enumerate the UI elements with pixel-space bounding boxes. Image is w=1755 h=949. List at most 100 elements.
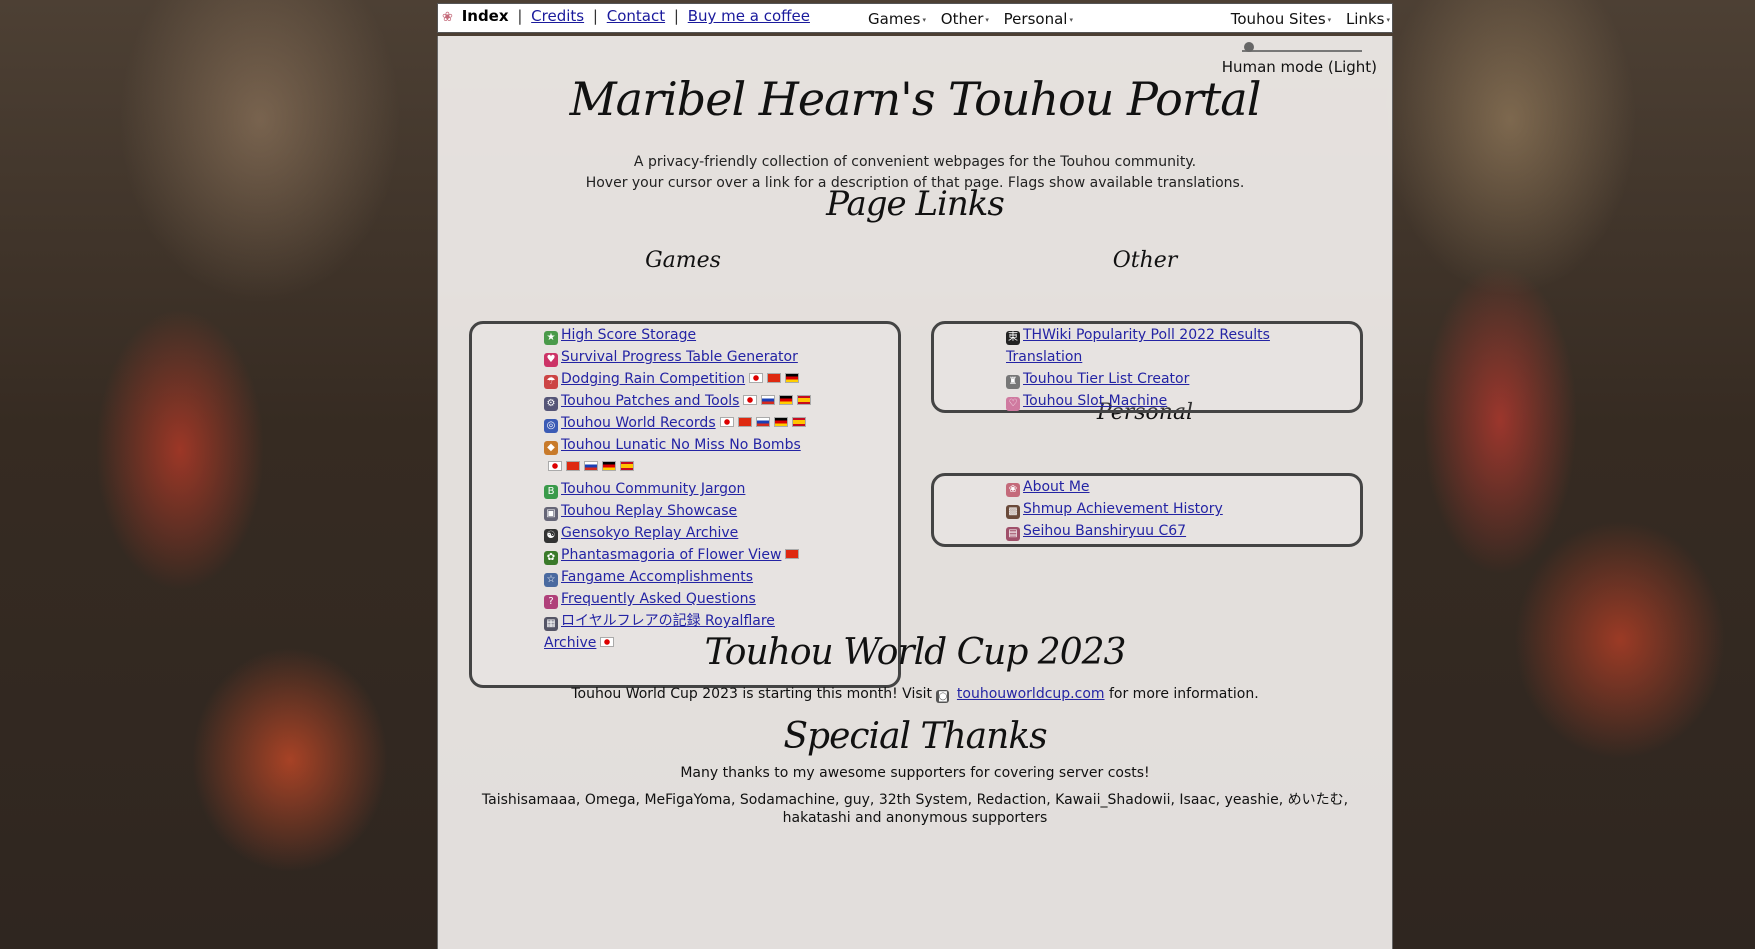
games-item: ◎ Touhou World Records	[544, 412, 816, 434]
other-item: ♡ Touhou Slot Machine	[1006, 390, 1296, 412]
menu-links[interactable]: Links ▾	[1346, 10, 1390, 28]
flag-jp-icon[interactable]	[548, 461, 562, 471]
chevron-down-icon: ▾	[922, 16, 926, 24]
other-heading: Other	[1112, 248, 1178, 273]
world-cup-link[interactable]: touhouworldcup.com	[957, 686, 1105, 702]
world-cup-icon: ◙	[936, 690, 950, 703]
flag-es-icon[interactable]	[797, 395, 812, 405]
flag-de-icon[interactable]	[773, 417, 788, 427]
menu-games[interactable]: Games ▾	[868, 10, 926, 28]
games-link[interactable]: ★ High Score Storage	[544, 327, 697, 345]
menu-other-label: Other	[940, 10, 984, 28]
games-link[interactable]: B Touhou Community Jargon	[544, 481, 746, 499]
world-cup-text: Touhou World Cup 2023 is starting this m…	[438, 686, 1392, 703]
flag-jp-icon[interactable]	[749, 373, 764, 383]
flag-cn-icon[interactable]	[737, 417, 752, 427]
nav-menu-center: Games ▾ Other ▾ Personal ▾	[868, 10, 1083, 28]
world-cup-heading: Touhou World Cup 2023	[704, 632, 1127, 673]
games-link-list: ★ High Score Storage ♥ Survival Progress Ta…	[544, 324, 816, 654]
other-link-label: Touhou Slot Machine	[1023, 393, 1168, 409]
games-link[interactable]: ☂ Dodging Rain Competition	[544, 371, 746, 389]
personal-link-label: About Me	[1023, 479, 1090, 495]
flag-cn-icon[interactable]	[767, 373, 782, 383]
games-link[interactable]: ⚙ Touhou Patches and Tools	[544, 393, 740, 411]
flag-cn-icon[interactable]	[785, 549, 800, 559]
thanks-intro: Many thanks to my awesome supporters for…	[680, 765, 1150, 781]
games-item: ⚙ Touhou Patches and Tools	[544, 390, 816, 412]
main-content: Human mode (Light) Maribel Hearn's Touho…	[437, 36, 1393, 949]
games-link-label: Touhou Patches and Tools	[561, 393, 740, 409]
star-icon: ★	[544, 331, 558, 345]
mode-toggle-slider[interactable]	[1242, 42, 1362, 52]
other-link[interactable]: 東 THWiki Popularity Poll 2022 Results Tra…	[1006, 327, 1270, 365]
games-link-label: Gensokyo Replay Archive	[561, 525, 739, 541]
personal-item: ▩ Shmup Achievement History	[1006, 498, 1296, 520]
games-link[interactable]: ◎ Touhou World Records	[544, 415, 716, 433]
games-link[interactable]: ♥ Survival Progress Table Generator	[544, 349, 798, 367]
games-link[interactable]: ✿ Phantasmagoria of Flower View	[544, 547, 781, 565]
personal-link[interactable]: ▩ Shmup Achievement History	[1006, 501, 1223, 519]
other-link[interactable]: ♡ Touhou Slot Machine	[1006, 393, 1168, 411]
games-item: ♥ Survival Progress Table Generator	[544, 346, 816, 368]
nav-separator: |	[592, 7, 598, 25]
games-link-label: Touhou Community Jargon	[561, 481, 746, 497]
personal-link[interactable]: ▤ Seihou Banshiryuu C67	[1006, 523, 1187, 541]
games-item: ☂ Dodging Rain Competition	[544, 368, 816, 390]
flag-de-icon[interactable]	[602, 461, 616, 471]
games-item: ◆ Touhou Lunatic No Miss No Bombs	[544, 434, 816, 478]
fangame-icon: ☆	[544, 573, 558, 587]
tier-icon: ♜	[1006, 375, 1020, 389]
flag-ru-icon[interactable]	[761, 395, 776, 405]
jargon-icon: B	[544, 485, 558, 499]
nav-separator: |	[673, 7, 679, 25]
chevron-down-icon: ▾	[1386, 16, 1390, 24]
nav-index[interactable]: Index	[462, 7, 509, 25]
flag-jp-icon[interactable]	[719, 417, 734, 427]
personal-link[interactable]: ❀ About Me	[1006, 479, 1090, 497]
world-cup-text-after: for more information.	[1108, 686, 1259, 702]
games-item: ☯ Gensokyo Replay Archive	[544, 522, 816, 544]
menu-touhou-sites[interactable]: Touhou Sites ▾	[1231, 10, 1331, 28]
chevron-down-icon: ▾	[1069, 16, 1073, 24]
seihou-icon: ▤	[1006, 527, 1020, 541]
other-item: 東 THWiki Popularity Poll 2022 Results Tra…	[1006, 324, 1296, 368]
slider-knob[interactable]	[1244, 42, 1254, 52]
flag-es-icon[interactable]	[620, 461, 634, 471]
thwiki-icon: 東	[1006, 331, 1020, 345]
games-link[interactable]: ☯ Gensokyo Replay Archive	[544, 525, 739, 543]
games-link[interactable]: ▣ Touhou Replay Showcase	[544, 503, 738, 521]
description-line-1: A privacy-friendly collection of conveni…	[633, 154, 1197, 170]
record-icon: ◎	[544, 419, 558, 433]
personal-item: ▤ Seihou Banshiryuu C67	[1006, 520, 1296, 542]
games-link[interactable]: ◆ Touhou Lunatic No Miss No Bombs	[544, 437, 801, 455]
nav-contact-link[interactable]: Contact	[607, 7, 665, 25]
slot-icon: ♡	[1006, 397, 1020, 411]
personal-link-label: Seihou Banshiryuu C67	[1023, 523, 1187, 539]
menu-personal[interactable]: Personal ▾	[1004, 10, 1073, 28]
games-link[interactable]: ? Frequently Asked Questions	[544, 591, 756, 609]
personal-link-label: Shmup Achievement History	[1023, 501, 1223, 517]
games-link-label: Touhou World Records	[561, 415, 716, 431]
menu-other[interactable]: Other ▾	[941, 10, 989, 28]
games-link-label: High Score Storage	[561, 327, 697, 343]
other-link[interactable]: ♜ Touhou Tier List Creator	[1006, 371, 1189, 389]
rain-icon: ☂	[544, 375, 558, 389]
nav-credits-link[interactable]: Credits	[531, 7, 584, 25]
chevron-down-icon: ▾	[985, 16, 989, 24]
flag-de-icon[interactable]	[785, 373, 800, 383]
page-links-heading: Page Links	[826, 184, 1005, 224]
flag-es-icon[interactable]	[791, 417, 806, 427]
games-link-label: Touhou Replay Showcase	[561, 503, 738, 519]
royalflare-icon: ▦	[544, 617, 558, 631]
games-link[interactable]: ☆ Fangame Accomplishments	[544, 569, 753, 587]
flag-ru-icon[interactable]	[755, 417, 770, 427]
games-item: ▣ Touhou Replay Showcase	[544, 500, 816, 522]
games-item: ★ High Score Storage	[544, 324, 816, 346]
games-link-label: Dodging Rain Competition	[561, 371, 746, 387]
flag-ru-icon[interactable]	[584, 461, 598, 471]
flag-de-icon[interactable]	[779, 395, 794, 405]
nav-coffee-link[interactable]: Buy me a coffee	[688, 7, 810, 25]
flag-jp-icon[interactable]	[743, 395, 758, 405]
flag-cn-icon[interactable]	[566, 461, 580, 471]
lnn-icon: ◆	[544, 441, 558, 455]
